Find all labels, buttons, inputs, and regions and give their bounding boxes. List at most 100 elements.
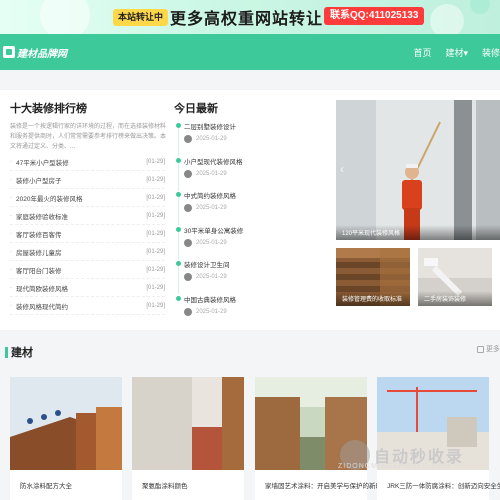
- nav-item-decoration[interactable]: 装修: [482, 46, 500, 59]
- ranking-item-title: 装修风格现代简约: [16, 303, 68, 311]
- article-card[interactable]: 家墙固艺术涂料：开启美学与保护的新时代: [255, 377, 389, 500]
- ad-contact: 联系QQ:411025133: [324, 7, 425, 25]
- feature-sub-2[interactable]: 二手房装饰装修: [418, 248, 492, 306]
- ranking-item-title: 客厅装修百客传: [16, 231, 62, 239]
- ranking-item-title: 2020年最火的装修风格: [16, 195, 83, 203]
- today-item[interactable]: 中国古典装修风格 2025-01-29: [174, 291, 324, 326]
- today-item-date: 2025-01-29: [196, 239, 227, 246]
- nav-item-building-materials[interactable]: 建材▾: [445, 46, 468, 59]
- today-item[interactable]: 二层别墅装修设计 2025-01-29: [174, 118, 324, 156]
- section-title: 建材: [11, 347, 33, 359]
- ranking-item[interactable]: · 现代简欧装修风格 [01-29]: [10, 279, 165, 297]
- article-card[interactable]: 聚氨酯涂料颜色: [132, 377, 244, 500]
- card-title: 聚氨酯涂料颜色: [142, 483, 188, 490]
- avatar: [184, 307, 192, 316]
- section-bar: [5, 346, 8, 358]
- ranking-item-date: [01-29]: [146, 230, 165, 237]
- ad-decoration: [430, 4, 464, 34]
- avatar: [184, 238, 192, 247]
- ranking-description: 装修是一个按逻辑行家的详环境的过程，而在选择装修材料和服务提供商时，人们常常需要…: [10, 124, 167, 150]
- card-image: [10, 377, 122, 470]
- ranking-item[interactable]: · 房屋装修儿童房 [01-29]: [10, 243, 165, 261]
- avatar: [184, 169, 192, 178]
- today-item-title: 中国古典装修风格: [184, 296, 236, 304]
- timeline-dot-icon: [176, 295, 181, 301]
- today-item[interactable]: 小户型现代装修风格 2025-01-29: [174, 153, 324, 191]
- more-icon: [477, 345, 484, 353]
- logo-icon: [3, 46, 15, 58]
- feature-slide[interactable]: ‹ 120平米现代装修风格: [336, 100, 500, 240]
- ad-tag: 本站转让中: [113, 9, 169, 26]
- avatar: [184, 204, 192, 212]
- today-item[interactable]: 30平米单身公寓装修 2025-01-29: [174, 222, 324, 260]
- ad-slogan: 更多高权重网站转让: [170, 11, 324, 28]
- nav-item-home[interactable]: 首页: [413, 46, 431, 59]
- today-item-title: 小户型现代装修风格: [184, 158, 243, 166]
- ranking-item-title: 47平米小户型装修: [16, 159, 69, 167]
- ad-decoration: [40, 0, 90, 34]
- ranking-item-date: [01-29]: [146, 248, 165, 255]
- today-item-title: 30平米单身公寓装修: [184, 227, 244, 235]
- ranking-title: 十大装修排行榜: [10, 103, 87, 115]
- logo-text: 建材品牌网: [17, 48, 67, 60]
- article-card[interactable]: 防水涂料配方大全: [10, 377, 122, 500]
- feature-sub-1-caption: 装修管理费的收取标准: [336, 291, 410, 306]
- ranking-item[interactable]: · 47平米小户型装修 [01-29]: [10, 153, 165, 171]
- ranking-item-date: [01-29]: [146, 302, 165, 309]
- more-link[interactable]: 更多: [477, 344, 500, 354]
- ranking-item-title: 现代简欧装修风格: [16, 285, 68, 293]
- today-item-title: 中式简约装修风格: [184, 193, 236, 200]
- ranking-item[interactable]: · 2020年最火的装修风格 [01-29]: [10, 189, 165, 207]
- today-item-date: 2025-01-29: [196, 308, 227, 315]
- card-image: [132, 377, 244, 470]
- card-title: 家墙固艺术涂料：开启美学与保护的新时代: [265, 483, 389, 490]
- ranking-item[interactable]: · 家庭装修验收标准 [01-29]: [10, 207, 165, 225]
- today-item-title: 装修设计卫生间: [184, 262, 230, 269]
- today-item-date: 2025-01-29: [196, 205, 227, 211]
- timeline-dot-icon: [176, 226, 181, 232]
- today-title: 今日最新: [174, 103, 218, 115]
- avatar: [184, 135, 192, 143]
- timeline-dot-icon: [176, 157, 181, 163]
- feature-sub-2-caption: 二手房装饰装修: [418, 291, 492, 306]
- more-label: 更多: [486, 346, 500, 353]
- ranking-item-date: [01-29]: [146, 176, 165, 183]
- today-list: 二层别墅装修设计 2025-01-29 小户型现代装修风格 2025-01-29 中…: [174, 118, 324, 325]
- timeline-dot-icon: [176, 192, 181, 197]
- ad-banner[interactable]: 本站转让中 更多高权重网站转让 联系QQ:411025133: [0, 0, 500, 34]
- today-item-date: 2025-01-29: [196, 274, 227, 280]
- ranking-item-title: 家庭装修验收标准: [16, 213, 68, 221]
- ranking-item-title: 房屋装修儿童房: [16, 249, 62, 257]
- brick-wall-image: [132, 377, 244, 470]
- site-header: 建材品牌网 首页 建材▾ 装修: [0, 34, 500, 70]
- today-item[interactable]: 装修设计卫生间 2025-01-29: [174, 256, 324, 294]
- ranking-item[interactable]: · 客厅装修百客传 [01-29]: [10, 225, 165, 243]
- feature-caption: 120平米现代装修风格: [336, 225, 500, 240]
- ranking-item[interactable]: · 客厅阳台门装修 [01-29]: [10, 261, 165, 279]
- ranking-item-title: 客厅阳台门装修: [16, 267, 62, 275]
- today-item-date: 2025-01-29: [196, 170, 227, 177]
- watermark-subtitle: ZIDONGMIAOSHOULU.COM: [338, 463, 451, 470]
- timeline-dot-icon: [176, 261, 181, 266]
- article-card[interactable]: JRK三防一体防腐涂料：创新迈向安全生...: [377, 377, 500, 500]
- site-logo[interactable]: 建材品牌网: [3, 44, 67, 60]
- ranking-item-date: [01-29]: [146, 266, 165, 273]
- ad-decoration: [470, 0, 490, 14]
- ranking-item-date: [01-29]: [146, 194, 165, 201]
- card-title: JRK三防一体防腐涂料：创新迈向安全生...: [387, 483, 500, 490]
- ranking-item-title: 装修小户型房子: [16, 177, 62, 185]
- prev-slide-icon[interactable]: ‹: [340, 162, 344, 176]
- ranking-item[interactable]: · 装修小户型房子 [01-29]: [10, 171, 165, 189]
- painter-image: [336, 100, 500, 240]
- today-item-date: 2025-01-29: [196, 136, 227, 142]
- card-title: 防水涂料配方大全: [20, 483, 72, 490]
- section-header: 建材: [5, 344, 33, 360]
- ranking-item[interactable]: · 装修风格现代简约 [01-29]: [10, 297, 165, 315]
- today-item[interactable]: 中式简约装修风格 2025-01-29: [174, 187, 324, 225]
- feature-sub-1[interactable]: 装修管理费的收取标准: [336, 248, 410, 306]
- ranking-item-date: [01-29]: [146, 284, 165, 291]
- avatar: [184, 273, 192, 281]
- roof-workers-image: [10, 377, 122, 470]
- today-item-title: 二层别墅装修设计: [184, 124, 236, 131]
- timeline-dot-icon: [176, 123, 181, 128]
